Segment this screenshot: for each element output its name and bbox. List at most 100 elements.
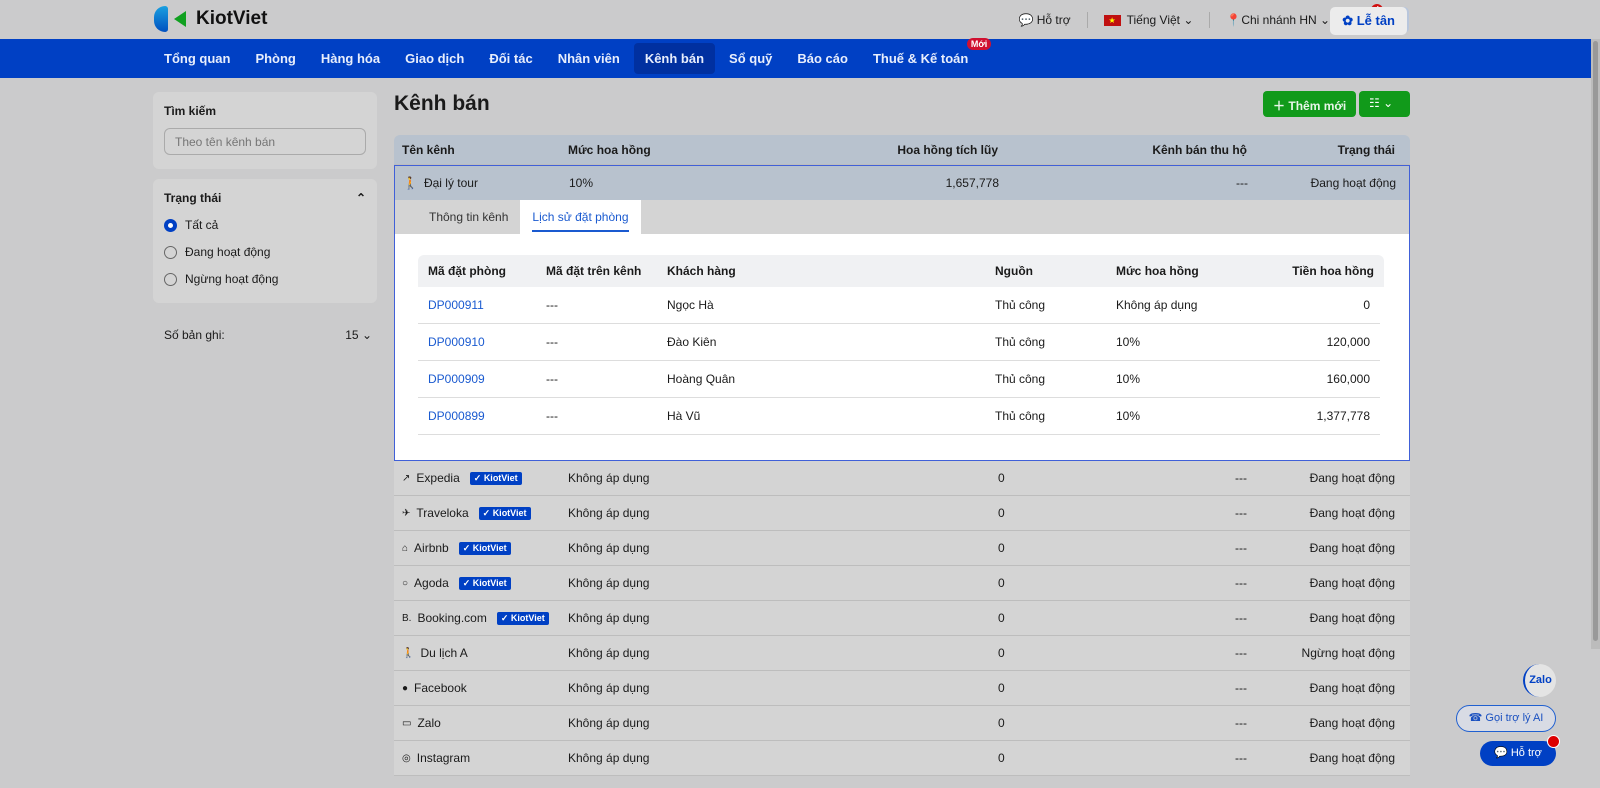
scrollbar[interactable] <box>1591 39 1600 649</box>
help-chat-button[interactable]: 💬 Hỗ trợ <box>1480 735 1560 766</box>
channel-name-cell: ✈ Traveloka ✓ KiotViet <box>402 506 568 520</box>
history-column-header: Mã đặt trên kênh <box>546 264 642 278</box>
cell-rate: Không áp dụng <box>568 541 650 555</box>
cell-collect: --- <box>1235 541 1247 555</box>
detail-panel: Thông tin kênh Lịch sử đặt phòng Mã đặt p… <box>394 200 1410 461</box>
channel-name: Traveloka <box>416 506 469 520</box>
nav-item-label: Phòng <box>255 51 296 66</box>
status-radio[interactable]: Tất cả <box>164 218 366 232</box>
column-header: Tên kênh <box>402 142 455 157</box>
cell-rate: Không áp dụng <box>568 611 650 625</box>
status-radio[interactable]: Ngừng hoạt động <box>164 272 366 286</box>
table-row[interactable]: ◎ Instagram Không áp dụng 0 --- Đang hoạt độn… <box>394 741 1410 776</box>
status-radio[interactable]: Đang hoạt động <box>164 245 366 259</box>
badge-label: KiotViet <box>472 542 507 553</box>
main-nav: Tổng quan Phòng Hàng hóa Giao dịch Đối tác Nh… <box>0 38 1600 78</box>
cell-accum: 0 <box>998 681 1005 695</box>
table-row[interactable]: ✈ Traveloka ✓ KiotViet Không áp dụng 0 --- Đan… <box>394 496 1410 531</box>
booking-link[interactable]: DP000899 <box>428 409 546 423</box>
ai-assistant-button[interactable]: ☎ Gọi trợ lý AI <box>1456 705 1556 732</box>
chevron-up-icon[interactable]: ⌃ <box>356 191 366 205</box>
table-row[interactable]: ↗ Expedia ✓ KiotViet Không áp dụng 0 --- Đang … <box>394 461 1410 496</box>
badge-label: KiotViet <box>472 577 507 588</box>
divider <box>1209 11 1211 28</box>
status-title[interactable]: Trạng thái ⌃ <box>164 191 366 205</box>
records-select[interactable]: 15 ⌄ <box>345 328 372 342</box>
table-row[interactable]: ○ Agoda ✓ KiotViet Không áp dụng 0 --- Đang ho… <box>394 566 1410 601</box>
radio-icon <box>164 218 177 232</box>
dulcha-icon: 🚶 <box>402 647 415 659</box>
walking-icon: 🚶 <box>403 176 418 190</box>
nav-item[interactable]: Tổng quan <box>153 43 241 74</box>
search-input[interactable] <box>164 128 366 155</box>
channel-name: Airbnb <box>414 541 449 555</box>
table-row[interactable]: ⌂ Airbnb ✓ KiotViet Không áp dụng 0 --- Đang h… <box>394 531 1410 566</box>
table-row[interactable]: B. Booking.com ✓ KiotViet Không áp dụng 0 ---… <box>394 601 1410 636</box>
booking-link[interactable]: DP000909 <box>428 372 546 386</box>
nav-item[interactable]: Thuế & Kế toán Mới <box>862 38 992 74</box>
table-row-selected[interactable]: 🚶 Đại lý tour 10% 1,657,778 --- Đang hoạt… <box>394 165 1410 200</box>
nav-item[interactable]: Phòng <box>244 43 306 74</box>
cell-accum: 0 <box>998 506 1005 520</box>
add-button[interactable]: ＋ Thêm mới <box>1263 91 1357 117</box>
history-cell: 0 <box>1363 298 1370 312</box>
language-select[interactable]: ★ Tiếng Việt ⌄ <box>1103 13 1193 27</box>
nav-item[interactable]: Hàng hóa <box>310 43 391 74</box>
branch-select[interactable]: 📍Chi nhánh HN ⌄ <box>1226 13 1330 27</box>
history-column-header: Mã đặt phòng <box>428 264 506 278</box>
booking-link[interactable]: DP000910 <box>428 335 546 349</box>
nav-item-label: Thuế & Kế toán <box>872 51 969 66</box>
table-row[interactable]: ▭ Zalo Không áp dụng 0 --- Đang hoạt động <box>394 706 1410 741</box>
nav-item[interactable]: Sổ quỹ <box>718 43 783 74</box>
history-cell: 120,000 <box>1326 335 1370 349</box>
cell-collect: --- <box>1235 471 1247 485</box>
support-link[interactable]: 💬 Hỗ trợ <box>1018 13 1070 27</box>
nav-item[interactable]: Kênh bán <box>633 43 716 74</box>
table-row[interactable]: ● Facebook Không áp dụng 0 --- Đang hoạt động <box>394 671 1410 706</box>
channel-name-cell: 🚶 Du lịch A <box>402 646 568 660</box>
cell-collect: --- <box>1235 751 1247 765</box>
cell-rate: Không áp dụng <box>568 471 650 485</box>
tab-label: Thông tin kênh <box>429 210 509 224</box>
bookingcom-icon: B. <box>402 612 412 624</box>
cell-collect: --- <box>1235 646 1247 660</box>
nav-item[interactable]: Giao dịch <box>394 43 475 74</box>
badge-label: KiotViet <box>483 472 518 483</box>
history-cell: 160,000 <box>1326 372 1370 386</box>
records-per-page: Số bản ghi: 15 ⌄ <box>164 328 372 342</box>
tab[interactable]: Lịch sử đặt phòng <box>520 200 641 234</box>
history-column-header: Nguồn <box>995 264 1033 278</box>
reception-button[interactable]: ✿ Lễ tân <box>1330 7 1407 35</box>
cell-accum: 0 <box>998 541 1005 555</box>
channel-name: Agoda <box>414 576 449 590</box>
history-cell: Đào Kiên <box>667 335 717 349</box>
channel-name: Zalo <box>417 716 441 730</box>
tab[interactable]: Thông tin kênh <box>417 200 520 234</box>
badge-label: KiotViet <box>510 612 545 623</box>
nav-item-label: Nhân viên <box>557 51 620 66</box>
tab-label: Lịch sử đặt phòng <box>532 210 629 232</box>
status-filter-card: Trạng thái ⌃ Tất cả Đang hoạt động Ngừng ho… <box>153 179 377 303</box>
zalo-button[interactable]: Zalo <box>1523 664 1556 697</box>
history-column-header: Khách hàng <box>667 264 736 278</box>
table-row[interactable]: 🚶 Du lịch A Không áp dụng 0 --- Ngừng hoạt độ… <box>394 636 1410 671</box>
channel-name-cell: ▭ Zalo <box>402 716 568 730</box>
page-title: Kênh bán <box>394 92 490 115</box>
channel-name-cell: ● Facebook <box>402 681 568 695</box>
history-cell: Thủ công <box>995 409 1046 423</box>
cell-status: Đang hoạt động <box>1309 506 1395 520</box>
history-cell: Ngọc Hà <box>667 298 714 312</box>
zalo-icon: ▭ <box>402 717 412 729</box>
booking-link[interactable]: DP000911 <box>428 298 546 312</box>
kiotviet-badge: ✓ KiotViet <box>458 541 511 555</box>
agoda-icon: ○ <box>402 577 409 589</box>
nav-item[interactable]: Nhân viên <box>547 43 631 74</box>
nav-item[interactable]: Báo cáo <box>786 43 859 74</box>
logo[interactable]: KiotViet <box>154 6 267 32</box>
channel-name-cell: ◎ Instagram <box>402 751 568 765</box>
history-cell: Hoàng Quân <box>667 372 736 386</box>
view-options-button[interactable]: ☷ ⌄ <box>1359 91 1410 117</box>
channel-name: Facebook <box>414 681 467 695</box>
nav-item[interactable]: Đối tác <box>478 43 543 74</box>
history-cell: 10% <box>1116 409 1141 423</box>
